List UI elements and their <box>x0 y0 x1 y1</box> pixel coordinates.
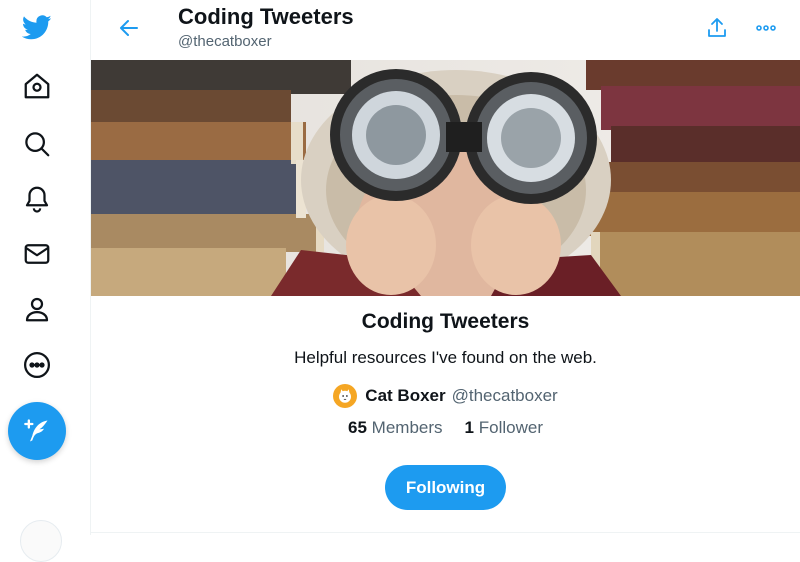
search-icon[interactable] <box>14 121 60 167</box>
account-avatar[interactable] <box>20 520 62 562</box>
sidebar-nav <box>0 0 91 562</box>
list-description: Helpful resources I've found on the web. <box>294 348 597 367</box>
share-button[interactable] <box>702 13 732 43</box>
profile-icon[interactable] <box>14 286 60 332</box>
compose-tweet-icon <box>24 419 48 442</box>
owner-avatar <box>333 384 358 408</box>
followers-label: Follower <box>478 418 543 437</box>
following-button[interactable]: Following <box>385 465 506 510</box>
mail-icon[interactable] <box>14 231 60 277</box>
more-circle-icon[interactable] <box>14 342 60 388</box>
list-owner[interactable]: Cat Boxer @thecatboxer <box>91 382 800 410</box>
page-subtitle-handle: @thecatboxer <box>178 33 272 50</box>
page-header: Coding Tweeters @thecatboxer <box>91 0 800 60</box>
bell-icon[interactable] <box>14 176 60 222</box>
compose-tweet-button[interactable] <box>8 402 66 460</box>
divider <box>91 532 800 533</box>
list-banner-image <box>91 60 800 296</box>
back-arrow-icon <box>120 20 138 36</box>
back-button[interactable] <box>113 12 145 44</box>
list-stats: 65 Members 1 Follower <box>91 418 800 438</box>
owner-handle[interactable]: @thecatboxer <box>452 386 558 406</box>
more-dots-icon <box>756 25 776 31</box>
more-options-button[interactable] <box>751 13 781 43</box>
followers-stat[interactable]: 1 Follower <box>465 418 543 438</box>
home-icon[interactable] <box>14 63 60 109</box>
page-title: Coding Tweeters <box>178 4 354 29</box>
twitter-logo-icon[interactable] <box>14 4 60 50</box>
members-label: Members <box>371 418 443 437</box>
list-name: Coding Tweeters <box>361 310 530 333</box>
share-icon <box>708 18 726 37</box>
members-count: 65 <box>348 418 367 437</box>
followers-count: 1 <box>464 418 474 437</box>
cat-avatar-icon <box>339 389 352 403</box>
members-stat[interactable]: 65 Members <box>348 418 443 438</box>
owner-name[interactable]: Cat Boxer <box>365 386 445 406</box>
